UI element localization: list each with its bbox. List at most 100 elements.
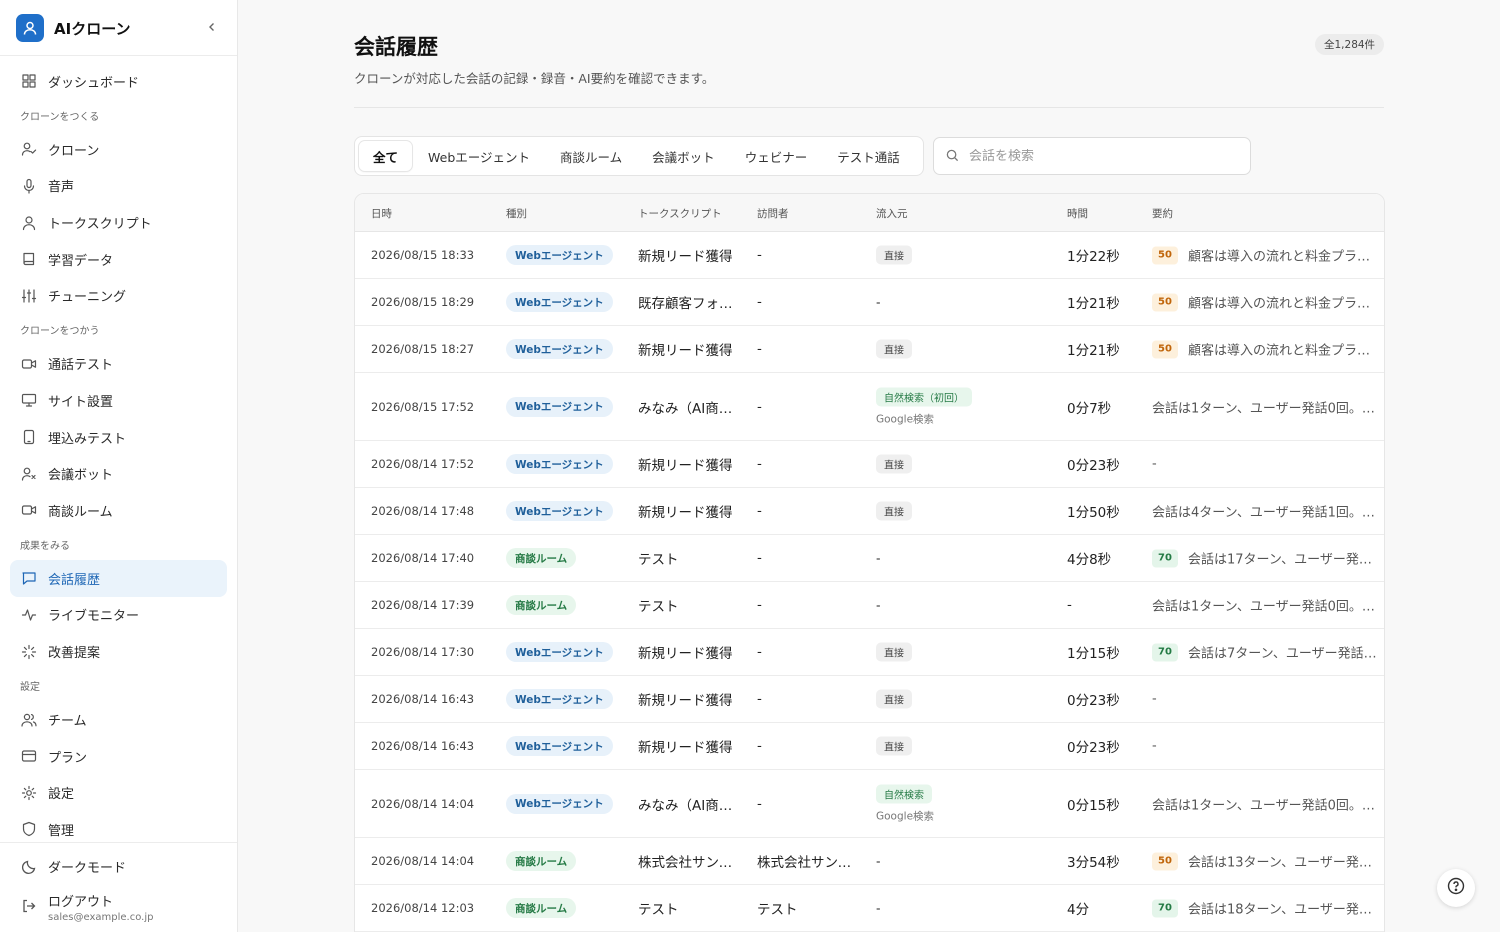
cell-source: 直接	[876, 736, 912, 756]
type-badge: Webエージェント	[506, 689, 613, 709]
sidebar-item-video-12[interactable]: 商談ルーム	[10, 492, 227, 529]
cell-summary: 会話は1ターン、ユーザー発話0回。エラー	[1152, 596, 1380, 615]
help-button[interactable]	[1437, 869, 1475, 907]
sidebar-item-user-check-2[interactable]: クローン	[10, 131, 227, 168]
header-divider	[354, 107, 1384, 108]
cell-source: 自然検索 Google検索	[876, 784, 934, 823]
activity-icon	[20, 606, 37, 623]
cell-source: 直接	[876, 501, 912, 521]
type-badge: Webエージェント	[506, 736, 613, 756]
tab-2[interactable]: 商談ルーム	[546, 141, 636, 171]
cell-date: 2026/08/14 12:03	[371, 901, 475, 915]
sidebar-item-message-14[interactable]: 会話履歴	[10, 560, 227, 597]
table-row[interactable]: 2026/08/15 17:52 Webエージェント みなみ（AI商談） - 自然検索（…	[355, 373, 1384, 441]
sidebar-item-dashboard-0[interactable]: ダッシュボード	[10, 63, 227, 100]
sidebar-item-tablet-10[interactable]: 埋込みテスト	[10, 419, 227, 456]
cell-type: Webエージェント	[506, 292, 613, 312]
sidebar-item-gear-20[interactable]: 設定	[10, 775, 227, 812]
column-header-0[interactable]: 日時	[371, 206, 392, 221]
table-row[interactable]: 2026/08/14 14:04 商談ルーム 株式会社サンプル 株式会社サンプル -3分…	[355, 838, 1384, 885]
loader-icon	[20, 643, 37, 660]
brand-header: AIクローン	[0, 0, 237, 56]
gear-icon	[20, 784, 37, 801]
search-box[interactable]	[933, 137, 1251, 175]
table-row[interactable]: 2026/08/14 12:03 商談ルーム テスト テスト - 4分 70 会話は18ターン…	[355, 885, 1384, 932]
column-header-6[interactable]: 要約	[1152, 206, 1173, 221]
column-header-1[interactable]: 種別	[506, 206, 527, 221]
table-row[interactable]: 2026/08/15 18:27 Webエージェント 新規リード獲得 - 直接 1分21秒…	[355, 326, 1384, 373]
cell-script: 既存顧客フォロー	[638, 296, 743, 312]
tab-5[interactable]: テスト通話	[823, 141, 914, 171]
sidebar-item-video-8[interactable]: 通話テスト	[10, 346, 227, 383]
cell-type: Webエージェント	[506, 793, 613, 814]
table-row[interactable]: 2026/08/14 17:30 Webエージェント 新規リード獲得 - 直接 1分15秒…	[355, 629, 1384, 676]
dark-mode-toggle[interactable]: ダークモード	[20, 857, 126, 876]
sidebar-item-book-5[interactable]: 学習データ	[10, 241, 227, 278]
source-badge: 直接	[876, 245, 912, 265]
column-header-2[interactable]: トークスクリプト	[638, 206, 722, 221]
sidebar-item-user-x-11[interactable]: 会議ボット	[10, 455, 227, 492]
cell-script: みなみ（AI商談）	[638, 400, 743, 417]
cell-script: 株式会社サンプル	[638, 855, 743, 871]
cell-visitor: -	[757, 398, 762, 415]
type-badge: 商談ルーム	[506, 898, 577, 918]
summary-text: -	[1152, 456, 1157, 472]
column-header-4[interactable]: 流入元	[876, 206, 908, 221]
table-row[interactable]: 2026/08/14 16:43 Webエージェント 新規リード獲得 - 直接 0分23秒…	[355, 676, 1384, 723]
source-badge: 直接	[876, 501, 912, 521]
cell-duration: 4分	[1067, 902, 1090, 918]
table-row[interactable]: 2026/08/14 17:40 商談ルーム テスト - - 4分8秒 70 会話は17ターン…	[355, 535, 1384, 582]
cell-source: 直接	[876, 689, 912, 709]
summary-text: 会話は4ターン、ユーザー発話1回。エラー	[1152, 505, 1380, 521]
summary-text: -	[1152, 738, 1157, 754]
cell-type: Webエージェント	[506, 245, 613, 265]
column-header-3[interactable]: 訪問者	[757, 206, 789, 221]
tab-0[interactable]: 全て	[359, 141, 413, 171]
table-row[interactable]: 2026/08/14 17:48 Webエージェント 新規リード獲得 - 直接 1分50秒…	[355, 488, 1384, 535]
cell-type: Webエージェント	[506, 454, 613, 474]
collapse-sidebar-icon[interactable]	[204, 19, 220, 35]
table-row[interactable]: 2026/08/14 17:39 商談ルーム テスト - - - 会話は1ターン、ユーザー発…	[355, 582, 1384, 629]
sidebar-item-monitor-9[interactable]: サイト設置	[10, 382, 227, 419]
nav-section-heading: クローンをつかう	[20, 326, 100, 338]
cell-visitor: -	[757, 795, 762, 812]
summary-text: 顧客は導入の流れと料金プランについて質問	[1188, 249, 1380, 265]
type-badge: Webエージェント	[506, 793, 613, 814]
cell-summary: -	[1152, 739, 1380, 754]
search-input[interactable]	[969, 148, 1229, 164]
sidebar-item-loader-16[interactable]: 改善提案	[10, 633, 227, 670]
tab-1[interactable]: Webエージェント	[414, 141, 544, 171]
column-header-5[interactable]: 時間	[1067, 206, 1088, 221]
table-row[interactable]: 2026/08/14 16:43 Webエージェント 新規リード獲得 - 直接 0分23秒…	[355, 723, 1384, 770]
sidebar-item-sliders-6[interactable]: チューニング	[10, 277, 227, 314]
cell-source: 直接	[876, 245, 912, 265]
cell-duration: 1分50秒	[1067, 505, 1120, 521]
credit-card-icon	[20, 748, 37, 765]
sidebar-item-microphone-3[interactable]: 音声	[10, 168, 227, 205]
cell-duration: 1分21秒	[1067, 296, 1120, 312]
summary-text: 会話は17ターン、ユーザー発話8回	[1188, 552, 1380, 568]
help-icon	[1447, 877, 1465, 899]
sidebar-item-user-4[interactable]: トークスクリプト	[10, 204, 227, 241]
sidebar-item-users-18[interactable]: チーム	[10, 701, 227, 738]
tab-4[interactable]: ウェビナー	[731, 141, 822, 171]
tab-3[interactable]: 会議ボット	[638, 141, 729, 171]
nav-section-heading: 設定	[20, 682, 40, 694]
logout-button[interactable]: ログアウト sales@example.co.jp	[20, 891, 153, 923]
cell-script: 新規リード獲得	[638, 343, 733, 359]
type-badge: Webエージェント	[506, 339, 613, 359]
sidebar-item-activity-15[interactable]: ライブモニター	[10, 597, 227, 634]
type-badge: 商談ルーム	[506, 851, 577, 871]
sidebar-item-credit-card-19[interactable]: プラン	[10, 738, 227, 775]
cell-duration: 0分23秒	[1067, 740, 1120, 756]
cell-visitor: -	[757, 247, 762, 263]
cell-type: Webエージェント	[506, 689, 613, 709]
shield-icon	[20, 821, 37, 838]
cell-script: みなみ（AI商談）	[638, 797, 743, 814]
sidebar-item-label: 管理	[48, 823, 75, 839]
table-row[interactable]: 2026/08/15 18:33 Webエージェント 新規リード獲得 - 直接 1分22秒…	[355, 232, 1384, 279]
table-row[interactable]: 2026/08/14 14:04 Webエージェント みなみ（AI商談） - 自然検索 G…	[355, 770, 1384, 838]
table-row[interactable]: 2026/08/14 17:52 Webエージェント 新規リード獲得 - 直接 0分23秒…	[355, 441, 1384, 488]
cell-type: 商談ルーム	[506, 595, 577, 615]
table-row[interactable]: 2026/08/15 18:29 Webエージェント 既存顧客フォロー - -1分21秒…	[355, 279, 1384, 326]
